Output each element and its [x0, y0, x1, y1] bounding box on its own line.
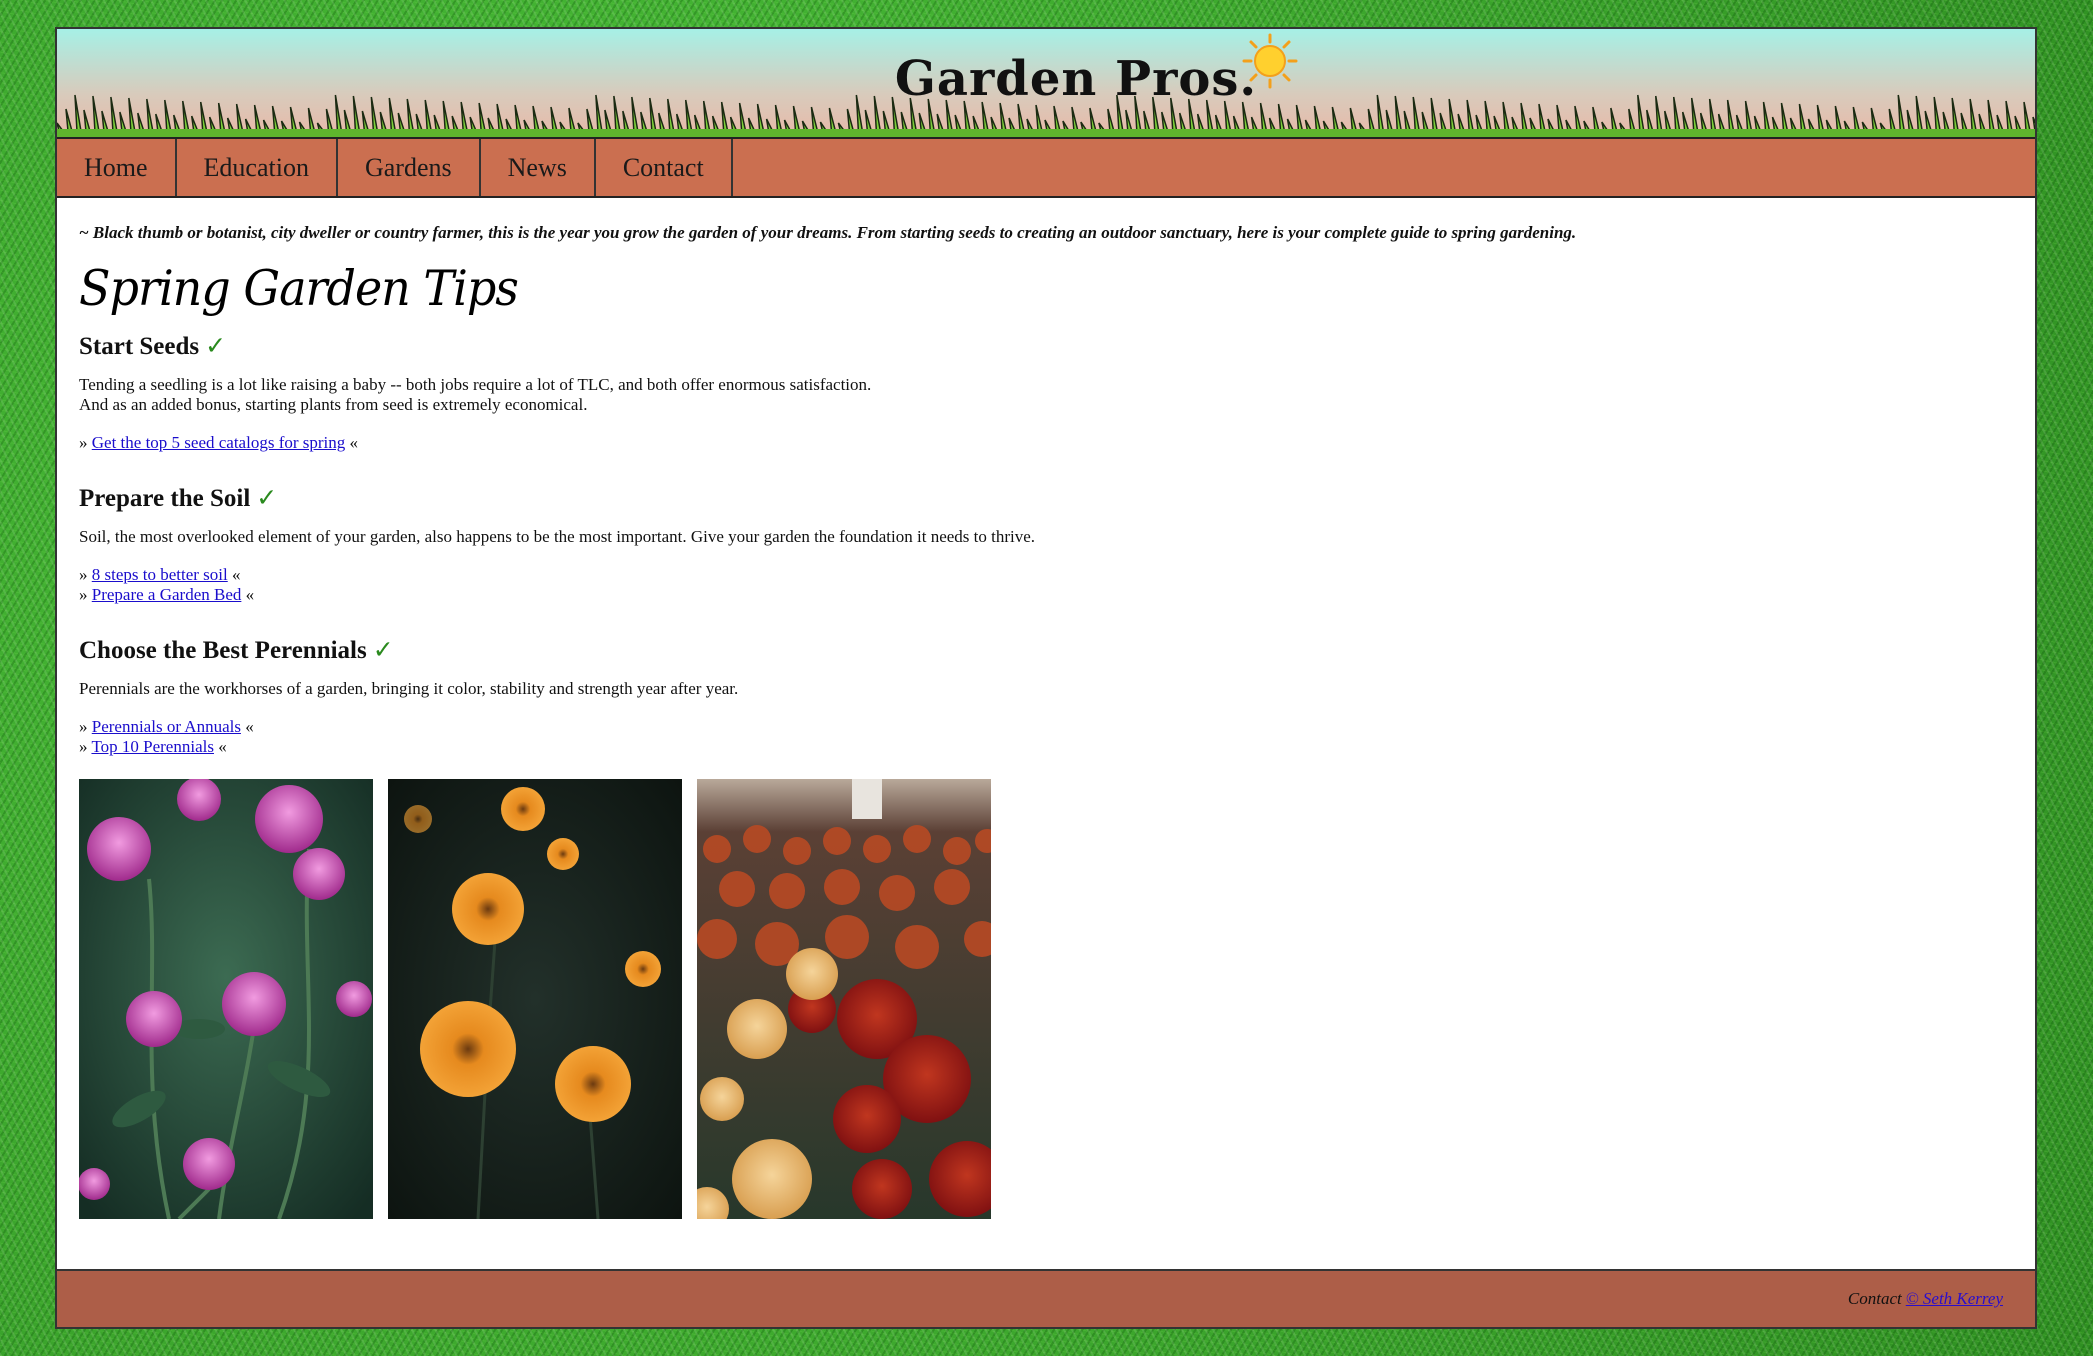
- check-icon: ✓: [372, 637, 394, 664]
- main-content: ~ Black thumb or botanist, city dweller …: [57, 223, 2035, 1219]
- page-footer: Contact © Seth Kerrey: [57, 1269, 2035, 1327]
- section-perennials: Choose the Best Perennials ✓ Perennials a…: [79, 635, 2013, 757]
- section-body: Tending a seedling is a lot like raising…: [79, 375, 872, 414]
- footer-label: Contact: [1847, 1289, 1902, 1308]
- section-links: » Get the top 5 seed catalogs for spring…: [79, 433, 359, 452]
- grass-base: [57, 129, 2035, 137]
- link-seed-catalogs[interactable]: Get the top 5 seed catalogs for spring: [92, 433, 346, 452]
- check-icon: ✓: [256, 485, 278, 512]
- link-perennials-annuals[interactable]: Perennials or Annuals: [92, 717, 241, 736]
- photo-gallery: [79, 779, 2013, 1219]
- nav-contact[interactable]: Contact: [596, 139, 733, 196]
- footer-author-link[interactable]: © Seth Kerrey: [1906, 1289, 2003, 1309]
- page-title: Spring Garden Tips: [79, 259, 519, 317]
- nav-home[interactable]: Home: [57, 139, 177, 196]
- pink-flowers-photo: [79, 779, 373, 1219]
- section-body: Soil, the most overlooked element of you…: [79, 527, 1036, 546]
- section-links: » Perennials or Annuals « » Top 10 Peren…: [79, 717, 254, 756]
- section-heading: Choose the Best Perennials ✓: [79, 637, 394, 664]
- check-icon: ✓: [205, 333, 227, 360]
- link-garden-bed[interactable]: Prepare a Garden Bed: [92, 585, 242, 604]
- section-links: » 8 steps to better soil « » Prepare a G…: [79, 565, 255, 604]
- header-banner: Garden Pros.: [57, 29, 2035, 137]
- section-start-seeds: Start Seeds ✓ Tending a seedling is a lot…: [79, 331, 2013, 453]
- nav-education[interactable]: Education: [177, 139, 338, 196]
- section-heading: Start Seeds ✓: [79, 333, 227, 360]
- nav-news[interactable]: News: [481, 139, 596, 196]
- section-prepare-soil: Prepare the Soil ✓ Soil, the most overloo…: [79, 483, 2013, 605]
- link-top-perennials[interactable]: Top 10 Perennials: [91, 737, 214, 756]
- red-marigolds-photo: [697, 779, 991, 1219]
- main-nav: Home Education Gardens News Contact: [57, 137, 2035, 198]
- orange-flowers-photo: [388, 779, 682, 1219]
- link-better-soil[interactable]: 8 steps to better soil: [92, 565, 228, 584]
- section-heading: Prepare the Soil ✓: [79, 485, 278, 512]
- intro-text: ~ Black thumb or botanist, city dweller …: [79, 223, 1577, 242]
- nav-gardens[interactable]: Gardens: [338, 139, 481, 196]
- site-logo[interactable]: Garden Pros.: [57, 51, 2035, 107]
- section-body: Perennials are the workhorses of a garde…: [79, 679, 739, 698]
- page-frame: Garden Pros. Home Education Gardens News…: [55, 27, 2037, 1329]
